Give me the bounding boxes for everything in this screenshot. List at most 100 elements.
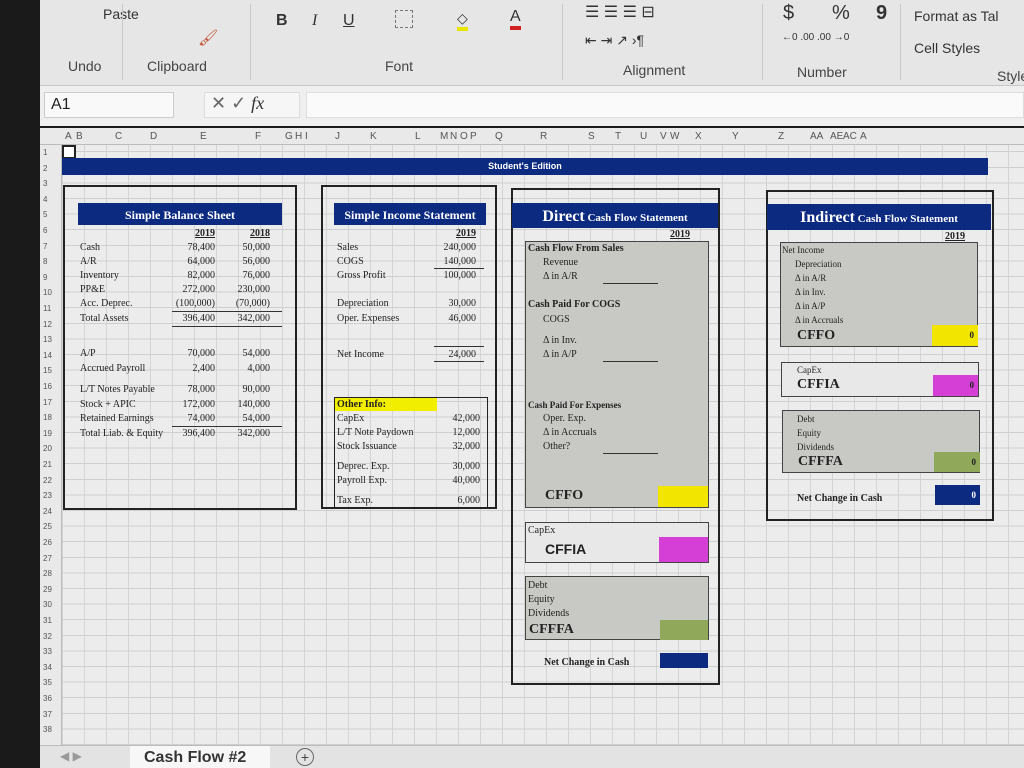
row-header[interactable]: 15 — [43, 366, 52, 375]
column-header[interactable]: N — [450, 131, 457, 142]
cell-styles-button[interactable]: Cell Styles — [914, 40, 980, 56]
column-header[interactable]: I — [305, 131, 308, 142]
row-header[interactable]: 33 — [43, 647, 52, 656]
row-header[interactable]: 26 — [43, 538, 52, 547]
column-header[interactable]: AE — [830, 131, 843, 142]
column-header[interactable]: Z — [778, 131, 784, 142]
row-header[interactable]: 25 — [43, 522, 52, 531]
column-header[interactable]: U — [640, 131, 647, 142]
indirect-cffo-cell[interactable]: 0 — [932, 325, 978, 346]
row-header[interactable]: 6 — [43, 226, 47, 235]
column-header[interactable]: S — [588, 131, 595, 142]
column-header[interactable]: W — [670, 131, 679, 142]
column-header[interactable]: F — [255, 131, 261, 142]
row-header[interactable]: 2 — [43, 164, 47, 173]
row-header[interactable]: 24 — [43, 507, 52, 516]
undo-button[interactable]: Undo — [68, 58, 101, 74]
direct-net-change-cell[interactable] — [660, 653, 708, 668]
row-header[interactable]: 3 — [43, 179, 47, 188]
name-box[interactable]: A1 — [44, 92, 174, 118]
row-header[interactable]: 7 — [43, 242, 47, 251]
align-icons[interactable]: ☰ ☰ ☰ ⊟ — [585, 2, 655, 22]
column-header[interactable]: K — [370, 131, 377, 142]
tab-cash-flow-2[interactable]: Cash Flow #2 — [130, 746, 270, 768]
formula-input[interactable] — [306, 92, 1024, 118]
row-header[interactable]: 34 — [43, 663, 52, 672]
direct-cffia-cell[interactable] — [659, 537, 708, 562]
fx-button[interactable]: fx — [251, 93, 264, 113]
row-header[interactable]: 20 — [43, 444, 52, 453]
row-header[interactable]: 14 — [43, 351, 52, 360]
active-cell[interactable] — [62, 145, 76, 159]
format-painter-icon[interactable]: 🖌 — [198, 28, 218, 48]
row-header[interactable]: 36 — [43, 694, 52, 703]
row-header[interactable]: 4 — [43, 195, 47, 204]
row-header[interactable]: 38 — [43, 725, 52, 734]
italic-button[interactable]: I — [312, 12, 317, 30]
column-header[interactable]: O — [460, 131, 468, 142]
column-header[interactable]: D — [150, 131, 157, 142]
row-header[interactable]: 18 — [43, 413, 52, 422]
row-header[interactable]: 10 — [43, 288, 52, 297]
column-header[interactable]: T — [615, 131, 621, 142]
row-header[interactable]: 13 — [43, 335, 52, 344]
row-header[interactable]: 28 — [43, 569, 52, 578]
column-header[interactable]: H — [295, 131, 302, 142]
format-as-table-button[interactable]: Format as Tal — [914, 8, 999, 24]
row-header[interactable]: 32 — [43, 632, 52, 641]
indirect-cfffa-cell[interactable]: 0 — [934, 452, 980, 472]
underline-button[interactable]: U — [343, 12, 355, 30]
column-header[interactable]: A — [65, 131, 72, 142]
row-header[interactable]: 31 — [43, 616, 52, 625]
row-header[interactable]: 8 — [43, 257, 47, 266]
column-header[interactable]: L — [415, 131, 421, 142]
direct-cffo-cell[interactable] — [658, 486, 708, 507]
row-header[interactable]: 23 — [43, 491, 52, 500]
column-header[interactable]: Y — [732, 131, 739, 142]
column-header[interactable]: M — [440, 131, 448, 142]
fill-color-icon[interactable]: ◇ — [457, 10, 468, 31]
percent-button[interactable]: % — [832, 2, 850, 25]
cancel-icon[interactable]: ✕ ✓ — [211, 93, 251, 113]
row-header[interactable]: 16 — [43, 382, 52, 391]
row-header[interactable]: 1 — [43, 148, 47, 157]
row-header[interactable]: 17 — [43, 398, 52, 407]
tab-scroll-icon[interactable]: ◀ ▶ — [60, 749, 82, 763]
row-header[interactable]: 27 — [43, 554, 52, 563]
row-header[interactable]: 21 — [43, 460, 52, 469]
direct-cfffa-cell[interactable] — [660, 620, 708, 640]
column-header[interactable]: AC — [843, 131, 857, 142]
row-header[interactable]: 35 — [43, 678, 52, 687]
bold-button[interactable]: B — [276, 12, 288, 30]
decimal-buttons[interactable]: ←0 .00 .00 →0 — [782, 32, 849, 43]
row-header[interactable]: 29 — [43, 585, 52, 594]
column-header[interactable]: C — [115, 131, 122, 142]
column-header[interactable]: X — [695, 131, 702, 142]
row-header[interactable]: 37 — [43, 710, 52, 719]
indirect-cffia-cell[interactable]: 0 — [933, 375, 978, 396]
currency-button[interactable]: $ — [783, 2, 794, 25]
indent-icons[interactable]: ⇤ ⇥ ↗ ›¶ — [585, 32, 644, 49]
add-sheet-button[interactable]: + — [296, 748, 314, 766]
comma-button[interactable]: 9 — [876, 2, 887, 25]
row-header[interactable]: 5 — [43, 210, 47, 219]
row-header[interactable]: 30 — [43, 600, 52, 609]
column-header[interactable]: AA — [810, 131, 823, 142]
column-header[interactable]: A — [860, 131, 867, 142]
font-color-button[interactable]: A — [510, 8, 521, 30]
column-header[interactable]: E — [200, 131, 207, 142]
column-header[interactable]: Q — [495, 131, 503, 142]
row-header[interactable]: 9 — [43, 273, 47, 282]
column-header[interactable]: P — [470, 131, 477, 142]
borders-icon[interactable] — [395, 10, 413, 28]
column-header[interactable]: G — [285, 131, 293, 142]
column-header[interactable]: J — [335, 131, 340, 142]
indirect-net-change-cell[interactable]: 0 — [935, 485, 980, 505]
paste-button[interactable]: Paste — [103, 6, 139, 22]
row-header[interactable]: 12 — [43, 320, 52, 329]
row-header[interactable]: 11 — [43, 304, 51, 313]
row-header[interactable]: 22 — [43, 476, 52, 485]
column-header[interactable]: B — [76, 131, 83, 142]
column-header[interactable]: V — [660, 131, 667, 142]
column-header[interactable]: R — [540, 131, 547, 142]
